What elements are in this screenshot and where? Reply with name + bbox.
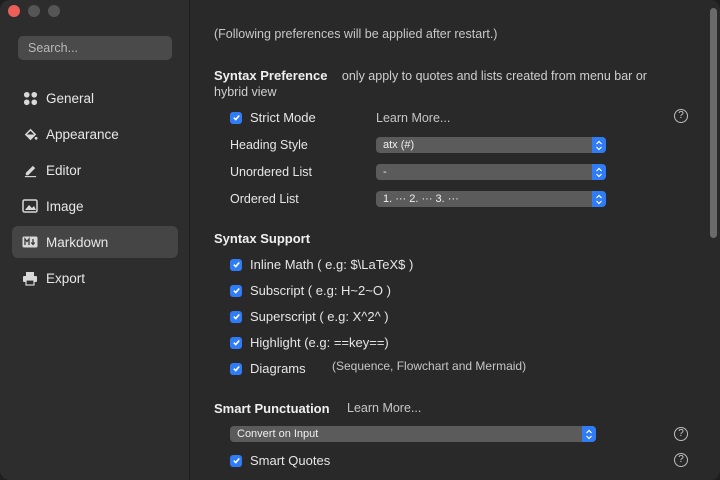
sidebar-item-appearance[interactable]: Appearance <box>12 118 178 150</box>
smart-punctuation-help-icon[interactable]: ? <box>674 427 688 441</box>
close-window-button[interactable] <box>8 5 20 17</box>
sidebar-item-label: Export <box>46 270 86 286</box>
smart-punctuation-title: Smart Punctuation <box>214 401 330 416</box>
ordered-list-label: Ordered List <box>230 192 299 206</box>
subscript-checkbox[interactable] <box>230 284 242 297</box>
diagrams-row: Diagrams <box>230 361 306 376</box>
sidebar-item-label: Markdown <box>46 234 109 250</box>
superscript-row: Superscript ( e.g: X^2^ ) <box>230 309 389 324</box>
diagrams-checkbox[interactable] <box>230 362 242 375</box>
chevron-updown-icon <box>592 191 606 207</box>
sidebar-item-export[interactable]: Export <box>12 262 178 294</box>
sidebar-item-label: Editor <box>46 162 82 178</box>
section-subtitle-cont: hybrid view <box>214 85 277 99</box>
strict-mode-help-icon[interactable]: ? <box>674 109 688 123</box>
section-subtitle: only apply to quotes and lists created f… <box>341 69 647 83</box>
unordered-list-value: - <box>383 166 387 178</box>
inline-math-label: Inline Math ( e.g: $\LaTeX$ ) <box>250 257 414 272</box>
highlight-checkbox[interactable] <box>230 336 242 349</box>
unordered-list-select[interactable]: - <box>376 164 606 180</box>
sidebar-item-editor[interactable]: Editor <box>12 154 178 186</box>
subscript-label: Subscript ( e.g: H~2~O ) <box>250 283 391 298</box>
superscript-label: Superscript ( e.g: X^2^ ) <box>250 309 389 324</box>
syntax-preference-section: Syntax Preference only apply to quotes a… <box>214 68 684 100</box>
sidebar-item-general[interactable]: General <box>12 82 178 114</box>
sidebar-item-markdown[interactable]: Markdown <box>12 226 178 258</box>
chevron-updown-icon <box>592 137 606 153</box>
heading-style-select[interactable]: atx (#) <box>376 137 606 153</box>
diagrams-label: Diagrams <box>250 361 306 376</box>
ordered-list-select[interactable]: 1. ··· 2. ··· 3. ··· <box>376 191 606 207</box>
grid-icon <box>22 90 38 106</box>
sidebar: Search... General Appearance Editor Imag… <box>0 0 190 480</box>
smart-quotes-row: Smart Quotes <box>230 453 330 468</box>
inline-math-checkbox[interactable] <box>230 258 242 271</box>
sidebar-item-label: Image <box>46 198 84 214</box>
smart-punctuation-mode-select[interactable]: Convert on Input <box>230 426 596 442</box>
sidebar-nav: General Appearance Editor Image Markdown… <box>12 82 178 298</box>
preferences-window: Search... General Appearance Editor Imag… <box>0 0 720 480</box>
pencil-icon <box>22 162 38 178</box>
smart-quotes-help-icon[interactable]: ? <box>674 453 688 467</box>
unordered-list-label: Unordered List <box>230 165 312 179</box>
image-icon <box>22 198 38 214</box>
markdown-icon <box>22 234 38 250</box>
highlight-row: Highlight (e.g: ==key==) <box>230 335 389 350</box>
strict-mode-row: Strict Mode <box>230 110 316 125</box>
smart-punctuation-learn-more-link[interactable]: Learn More... <box>347 401 421 415</box>
sidebar-item-image[interactable]: Image <box>12 190 178 222</box>
strict-mode-label: Strict Mode <box>250 110 316 125</box>
chevron-updown-icon <box>582 426 596 442</box>
strict-mode-learn-more-link[interactable]: Learn More... <box>376 111 450 125</box>
strict-mode-checkbox[interactable] <box>230 111 242 124</box>
printer-icon <box>22 270 38 286</box>
inline-math-row: Inline Math ( e.g: $\LaTeX$ ) <box>230 257 413 272</box>
smart-quotes-label: Smart Quotes <box>250 453 331 468</box>
scrollbar-thumb[interactable] <box>710 8 717 238</box>
chevron-updown-icon <box>592 164 606 180</box>
superscript-checkbox[interactable] <box>230 310 242 323</box>
highlight-label: Highlight (e.g: ==key==) <box>250 335 389 350</box>
ordered-list-value: 1. ··· 2. ··· 3. ··· <box>383 193 459 205</box>
sidebar-item-label: Appearance <box>46 126 119 142</box>
subscript-row: Subscript ( e.g: H~2~O ) <box>230 283 391 298</box>
sidebar-item-label: General <box>46 90 95 106</box>
syntax-support-title: Syntax Support <box>214 231 311 246</box>
diagrams-note: (Sequence, Flowchart and Mermaid) <box>332 359 527 373</box>
heading-style-value: atx (#) <box>383 139 415 151</box>
minimize-window-button[interactable] <box>28 5 40 17</box>
zoom-window-button[interactable] <box>48 5 60 17</box>
window-controls <box>8 5 60 17</box>
paint-bucket-icon <box>22 126 38 142</box>
search-input[interactable]: Search... <box>18 36 172 60</box>
smart-punctuation-mode-value: Convert on Input <box>237 428 319 440</box>
heading-style-label: Heading Style <box>230 138 308 152</box>
smart-quotes-checkbox[interactable] <box>230 454 242 467</box>
restart-note: (Following preferences will be applied a… <box>214 27 498 41</box>
section-title: Syntax Preference <box>214 68 328 83</box>
